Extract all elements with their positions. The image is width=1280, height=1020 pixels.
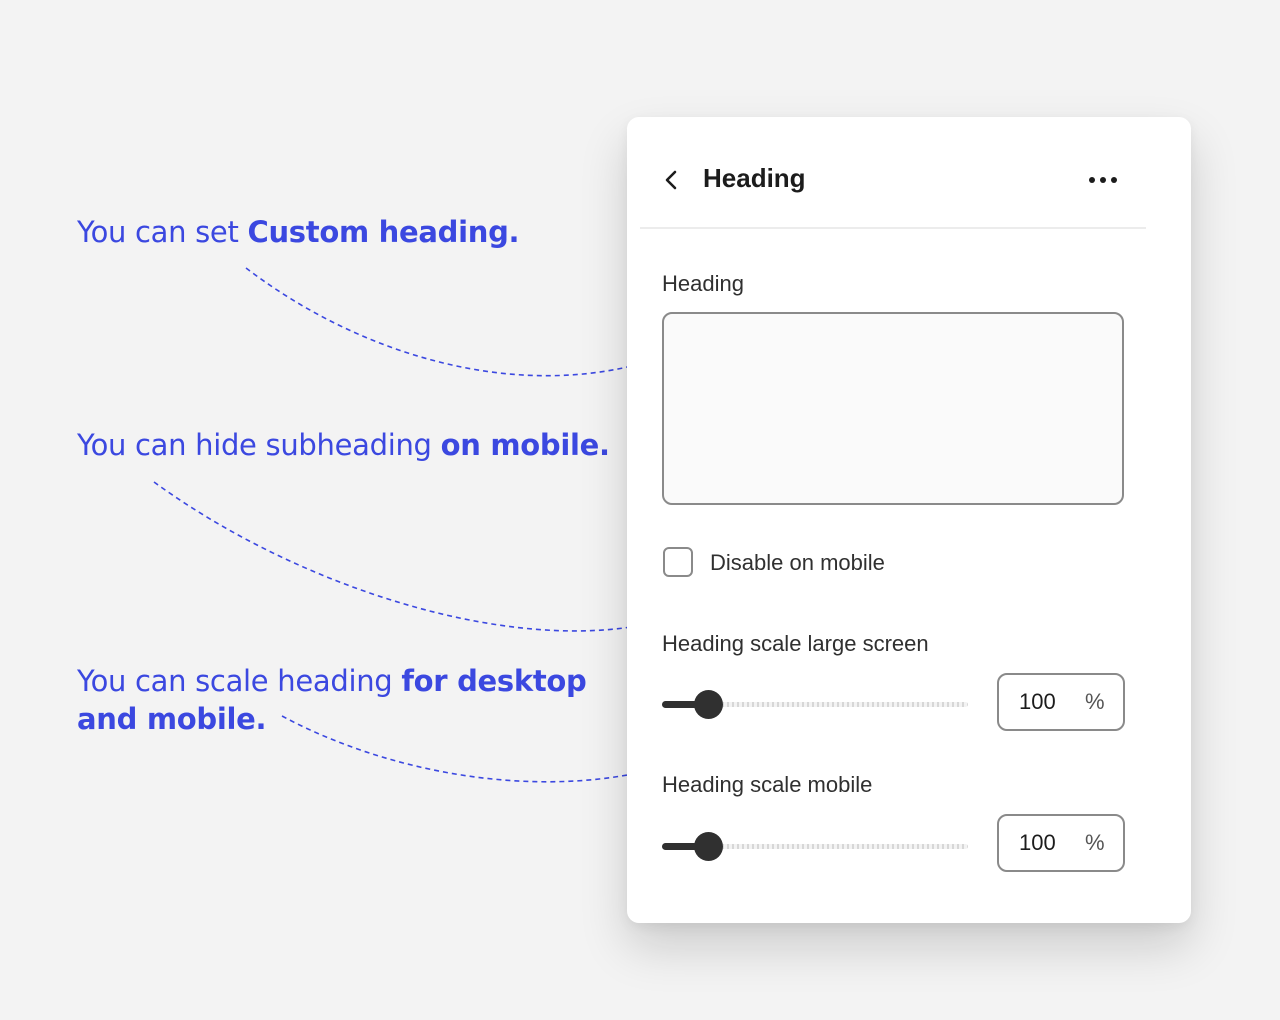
heading-field-label: Heading	[662, 271, 744, 296]
percent-unit: %	[1085, 830, 1105, 855]
header-divider	[640, 227, 1146, 229]
scale-large-screen-slider[interactable]	[662, 688, 968, 720]
scale-large-screen-label: Heading scale large screen	[662, 631, 929, 656]
scale-large-screen-input[interactable]: 100 %	[997, 673, 1125, 731]
disable-on-mobile-checkbox[interactable]	[663, 547, 693, 577]
heading-input[interactable]	[662, 312, 1124, 505]
percent-unit: %	[1085, 689, 1105, 714]
slider-thumb[interactable]	[694, 690, 723, 719]
more-horizontal-icon[interactable]	[1085, 167, 1121, 193]
chevron-left-icon[interactable]	[661, 169, 683, 191]
panel-title: Heading	[703, 163, 806, 193]
scale-large-screen-value: 100	[1019, 689, 1056, 714]
scale-mobile-value: 100	[1019, 830, 1056, 855]
settings-panel: Heading Heading Disable on mobile Headin…	[627, 117, 1191, 923]
scale-mobile-label: Heading scale mobile	[662, 772, 873, 797]
scale-mobile-slider[interactable]	[662, 830, 968, 862]
scale-mobile-input[interactable]: 100 %	[997, 814, 1125, 872]
disable-on-mobile-label: Disable on mobile	[710, 550, 885, 575]
slider-thumb[interactable]	[694, 832, 723, 861]
